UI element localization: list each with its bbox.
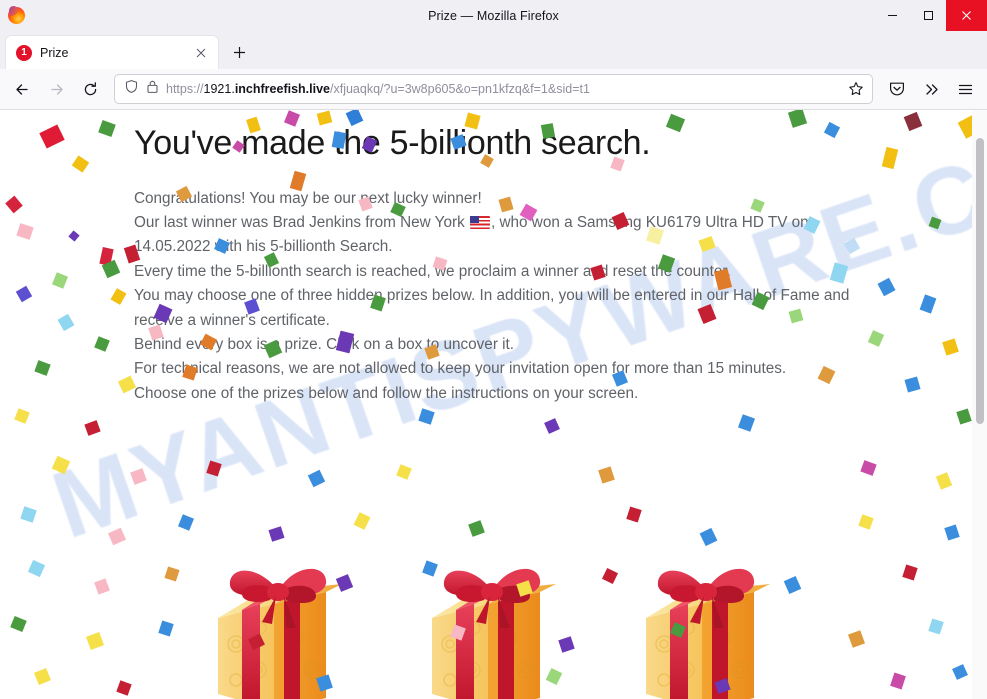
prize-option-2[interactable]: CHOOSE bbox=[404, 548, 584, 699]
confetti-piece bbox=[206, 460, 222, 477]
us-flag-icon bbox=[469, 215, 490, 229]
window-title: Prize — Mozilla Firefox bbox=[428, 8, 559, 23]
title-bar: Prize — Mozilla Firefox bbox=[0, 0, 987, 31]
paragraph-counter-reset: Every time the 5-billionth search is rea… bbox=[134, 262, 731, 280]
back-button[interactable] bbox=[6, 73, 38, 105]
confetti-piece bbox=[178, 514, 194, 531]
pocket-save-icon[interactable] bbox=[881, 73, 913, 105]
confetti-piece bbox=[396, 464, 412, 480]
url-display[interactable]: https://1921.inchfreefish.live/xfjuaqkq/… bbox=[166, 82, 837, 96]
confetti-piece bbox=[353, 512, 371, 530]
tab-notification-badge: 1 bbox=[16, 44, 32, 61]
tab-close-icon[interactable] bbox=[192, 44, 210, 62]
paragraph-time-limit: For technical reasons, we are not allowe… bbox=[134, 360, 787, 378]
new-tab-button[interactable] bbox=[224, 37, 254, 67]
confetti-piece bbox=[14, 408, 30, 424]
lock-icon[interactable] bbox=[146, 79, 159, 99]
paragraph-winner-date: 14.05.2022 with his 5-billionth Search. bbox=[134, 238, 393, 256]
confetti-piece bbox=[737, 414, 756, 432]
confetti-piece bbox=[860, 460, 877, 476]
paragraph-uncover-box: Behind every box is a prize. Click on a … bbox=[134, 335, 515, 353]
shield-icon[interactable] bbox=[124, 79, 139, 99]
gift-box-icon[interactable] bbox=[196, 548, 364, 699]
gift-box-icon[interactable] bbox=[624, 548, 792, 699]
hamburger-menu-icon[interactable] bbox=[949, 73, 981, 105]
confetti-piece bbox=[418, 408, 435, 425]
confetti-piece bbox=[858, 514, 874, 530]
prize-list: CHOOSE bbox=[0, 548, 987, 699]
confetti-piece bbox=[51, 455, 71, 475]
confetti-piece bbox=[699, 527, 718, 547]
page-scrollbar[interactable] bbox=[972, 110, 987, 699]
bookmark-star-icon[interactable] bbox=[844, 77, 868, 101]
confetti-piece bbox=[626, 506, 642, 523]
confetti-piece bbox=[956, 408, 972, 425]
navigation-toolbar: https://1921.inchfreefish.live/xfjuaqkq/… bbox=[0, 69, 987, 110]
confetti-piece bbox=[130, 468, 147, 485]
confetti-piece bbox=[307, 469, 326, 488]
prize-option-3[interactable]: CHOOSE bbox=[618, 548, 798, 699]
gift-box-icon[interactable] bbox=[410, 548, 578, 699]
confetti-piece bbox=[84, 420, 101, 436]
paragraph-congrats: Congratulations! You may be our next luc… bbox=[134, 189, 482, 207]
tab-prize[interactable]: 1 Prize bbox=[6, 36, 218, 69]
confetti-piece bbox=[544, 418, 560, 434]
tab-title: Prize bbox=[40, 45, 69, 60]
paragraph-follow-instructions: Choose one of the prizes below and follo… bbox=[134, 384, 639, 402]
firefox-window: Prize — Mozilla Firefox 1 Prize https://… bbox=[0, 0, 987, 699]
page-title: You've made the 5-billionth search. bbox=[134, 124, 651, 162]
page-viewport: MYANTISPYWARE.COM You've made the 5-bill… bbox=[0, 110, 987, 699]
overflow-double-chevron-icon[interactable] bbox=[915, 73, 947, 105]
page-content: You've made the 5-billionth search. Cong… bbox=[0, 110, 987, 406]
page-body-text: Congratulations! You may be our next luc… bbox=[134, 187, 867, 407]
confetti-piece bbox=[468, 520, 485, 537]
prize-option-1[interactable]: CHOOSE bbox=[190, 548, 370, 699]
paragraph-last-winner: Our last winner was Brad Jenkins from Ne… bbox=[134, 211, 867, 235]
prize-scam-page: MYANTISPYWARE.COM You've made the 5-bill… bbox=[0, 110, 987, 699]
last-winner-prefix: Our last winner was Brad Jenkins from Ne… bbox=[134, 213, 469, 231]
reload-button[interactable] bbox=[74, 73, 106, 105]
confetti-piece bbox=[107, 527, 127, 546]
tab-strip: 1 Prize bbox=[0, 31, 987, 69]
paragraph-hall-of-fame: You may choose one of three hidden prize… bbox=[134, 287, 850, 329]
scrollbar-thumb[interactable] bbox=[976, 138, 984, 424]
confetti-piece bbox=[598, 466, 615, 484]
confetti-piece bbox=[268, 526, 285, 542]
confetti-piece bbox=[20, 506, 37, 523]
confetti-piece bbox=[944, 524, 960, 541]
last-winner-suffix: , who won a Samsung KU6179 Ultra HD TV o… bbox=[490, 213, 809, 231]
confetti-piece bbox=[935, 472, 953, 490]
forward-button[interactable] bbox=[40, 73, 72, 105]
address-bar[interactable]: https://1921.inchfreefish.live/xfjuaqkq/… bbox=[114, 74, 873, 104]
